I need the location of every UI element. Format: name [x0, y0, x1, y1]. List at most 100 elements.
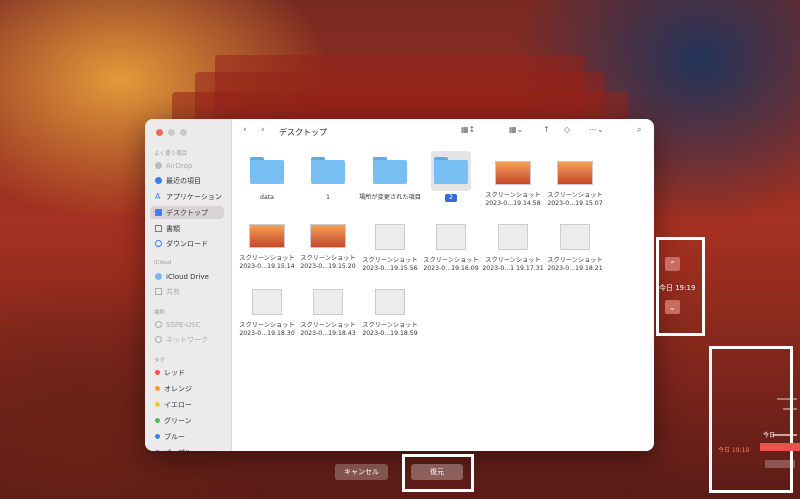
sidebar-item-label: 共有 [166, 287, 180, 296]
sidebar-item-tag[interactable]: イエロー [150, 398, 224, 411]
minimize-button[interactable] [168, 129, 175, 136]
tag-color-icon [155, 434, 160, 439]
close-button[interactable] [156, 129, 163, 136]
item-date: 2023-0...19.18.30 [239, 330, 295, 337]
item-name-text: 1 [326, 194, 330, 201]
sidebar-item-sspe-usc[interactable]: SSPE-USC [150, 318, 224, 331]
sidebar-item-recents[interactable]: 最近の項目 [150, 174, 224, 187]
sidebar-item-applications[interactable]: A アプリケーション [150, 190, 224, 203]
window-controls [156, 129, 187, 136]
search-icon[interactable]: ⌕ [637, 125, 641, 135]
view-icon-grid[interactable]: ▦↕ [461, 125, 475, 134]
network-icon [155, 336, 162, 343]
group-icon[interactable]: ▦⌄ [509, 125, 523, 134]
restore-button[interactable]: 復元 [411, 464, 463, 480]
screenshot-thumbnail [560, 224, 590, 250]
item-name: スクリーンショット [236, 255, 298, 263]
sidebar-item-desktop[interactable]: デスクトップ [150, 206, 224, 219]
file-item[interactable]: スクリーンショット 2023-0...19.18.43 [297, 285, 359, 338]
sidebar-item-shared[interactable]: 共有 [150, 285, 224, 298]
item-name-text: スクリーンショット [485, 192, 541, 199]
item-name: 2 [420, 194, 482, 202]
sidebar-item-label: グリーン [164, 416, 192, 425]
file-item[interactable]: スクリーンショット 2023-0...19.15.20 [297, 220, 359, 271]
zoom-button[interactable] [180, 129, 187, 136]
sidebar-item-label: レッド [164, 368, 185, 377]
sidebar-item-label: 書類 [166, 224, 180, 233]
folder-icon [311, 157, 345, 184]
file-item[interactable]: スクリーンショット 2023-0...19.14.58 [482, 157, 544, 208]
file-item[interactable]: スクリーンショット 2023-0...19.15.14 [236, 220, 298, 271]
file-item[interactable]: スクリーンショット 2023-0...19.18.30 [236, 285, 298, 338]
item-name-text: スクリーンショット [362, 322, 418, 329]
tag-icon[interactable]: ◇ [564, 125, 570, 134]
item-name-text: data [260, 194, 274, 201]
sidebar-item-label: ブルー [164, 432, 185, 441]
file-item[interactable]: スクリーンショット 2023-0...19.16.09 [420, 220, 482, 273]
item-name: スクリーンショット [420, 257, 482, 265]
item-name: スクリーンショット [359, 257, 421, 265]
share-icon[interactable]: ↑ [543, 125, 550, 134]
timeline-time-label: 今日 19:19 [718, 447, 750, 454]
down-arrow-button[interactable]: ⌄ [665, 300, 680, 314]
sidebar-item-tag[interactable]: パープル [150, 446, 224, 451]
screenshot-thumbnail [557, 161, 593, 185]
folder-item[interactable]: 2 [420, 151, 482, 202]
document-icon [155, 225, 162, 232]
cloud-icon [155, 273, 162, 280]
desktop-icon [155, 209, 162, 216]
sidebar-item-tag[interactable]: グリーン [150, 414, 224, 427]
folder-item[interactable]: 1 [297, 157, 359, 202]
finder-window: よく使う項目 AirDrop 最近の項目 A アプリケーション デスクトップ 書… [145, 119, 654, 451]
file-item[interactable]: スクリーンショット 2023-0...19.18.21 [544, 220, 606, 273]
sidebar-item-tag[interactable]: オレンジ [150, 382, 224, 395]
timeline-tick [777, 398, 797, 400]
folder-item[interactable]: 場所が変更された項目 [359, 157, 421, 202]
timeline-current-bar [760, 443, 800, 451]
sidebar-item-downloads[interactable]: ダウンロード [150, 237, 224, 250]
tag-color-icon [155, 450, 160, 451]
timeline[interactable] [755, 398, 800, 494]
sidebar-item-airdrop[interactable]: AirDrop [150, 159, 224, 172]
sidebar-item-tag[interactable]: ブルー [150, 430, 224, 443]
back-icon[interactable]: ‹ [243, 125, 247, 135]
file-item[interactable]: スクリーンショット 2023-0...19.18.59 [359, 285, 421, 338]
item-name-text: スクリーンショット [300, 255, 356, 262]
nav-time-label: 今日 19:19 [659, 284, 696, 292]
window-title: デスクトップ [279, 128, 327, 137]
item-name: 場所が変更された項目 [359, 194, 421, 202]
screenshot-thumbnail [252, 289, 282, 315]
file-item[interactable]: スクリーンショット 2023-0...19.15.56 [359, 220, 421, 273]
more-icon[interactable]: ⋯⌄ [589, 125, 604, 134]
sidebar-item-tag[interactable]: レッド [150, 366, 224, 379]
sidebar-item-documents[interactable]: 書類 [150, 222, 224, 235]
sidebar-item-network[interactable]: ネットワーク [150, 333, 224, 346]
airdrop-icon [155, 162, 162, 169]
file-item[interactable]: スクリーンショット 2023-0...19.15.07 [544, 157, 606, 208]
sidebar-item-icloud-drive[interactable]: iCloud Drive [150, 270, 224, 283]
sidebar-item-label: AirDrop [166, 161, 193, 170]
item-date: 2023-0...1 19.17.31 [482, 265, 544, 272]
forward-icon[interactable]: › [261, 125, 265, 135]
tag-color-icon [155, 386, 160, 391]
sidebar-header-icloud: iCloud [154, 260, 172, 266]
sidebar-item-label: iCloud Drive [166, 272, 209, 281]
up-arrow-button[interactable]: ⌃ [665, 257, 680, 271]
folder-item[interactable]: data [236, 157, 298, 202]
folder-icon [434, 157, 468, 184]
restore-button-label: 復元 [430, 468, 444, 476]
item-date: 2023-0...19.18.59 [362, 330, 418, 337]
item-name-text: スクリーンショット [239, 322, 295, 329]
item-name-text: 場所が変更された項目 [359, 194, 421, 201]
file-item[interactable]: スクリーンショット 2023-0...1 19.17.31 [482, 220, 544, 273]
sidebar-header-tags: タグ [154, 358, 166, 364]
item-name-text: スクリーンショット [239, 255, 295, 262]
item-name-text: スクリーンショット [423, 257, 479, 264]
cancel-button[interactable]: キャンセル [335, 464, 388, 480]
item-date: 2023-0...19.15.07 [547, 200, 603, 207]
timeline-today-label: 今日 [763, 432, 776, 439]
item-name: スクリーンショット [297, 255, 359, 263]
screenshot-thumbnail [310, 224, 346, 248]
item-name: スクリーンショット [359, 322, 421, 330]
folder-icon [373, 157, 407, 184]
